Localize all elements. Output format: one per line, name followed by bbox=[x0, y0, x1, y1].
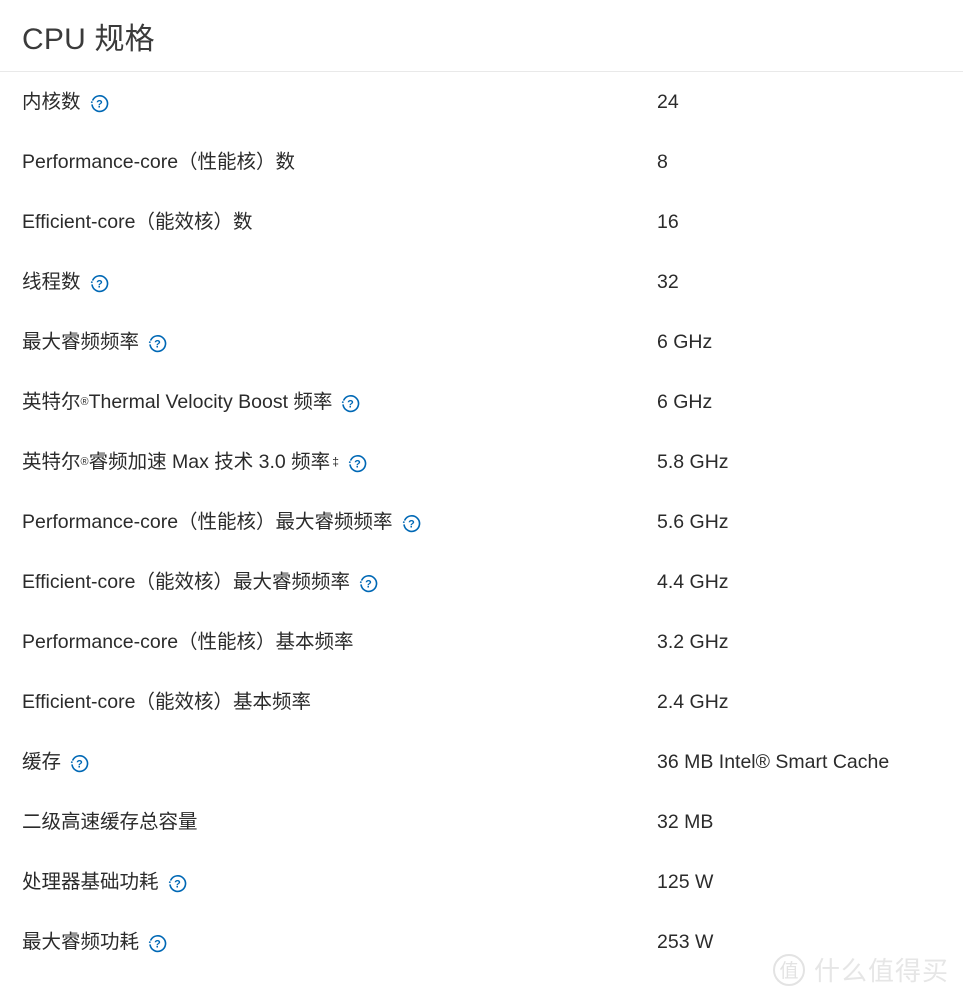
spec-label-text-cont: 睿频加速 Max 技术 3.0 频率 bbox=[88, 451, 331, 473]
spec-row: Performance-core（性能核）数 8 bbox=[0, 132, 963, 192]
spec-value: 24 bbox=[657, 91, 679, 113]
svg-text:?: ? bbox=[96, 98, 103, 110]
spec-label: 内核数? bbox=[22, 72, 109, 132]
spec-label-text: Performance-core（性能核）最大睿频频率 bbox=[22, 511, 393, 533]
spec-label: 处理器基础功耗? bbox=[22, 852, 187, 912]
spec-value: 36 MB Intel® Smart Cache bbox=[657, 751, 890, 773]
spec-row: 英特尔 ® Thermal Velocity Boost 频率? 6 GHz bbox=[0, 372, 963, 432]
spec-label: Performance-core（性能核）基本频率 bbox=[22, 612, 354, 672]
spec-value: 2.4 GHz bbox=[657, 691, 729, 713]
spec-label: 英特尔 ® Thermal Velocity Boost 频率? bbox=[22, 372, 360, 432]
svg-text:?: ? bbox=[354, 458, 361, 470]
spec-label-text: 内核数 bbox=[22, 91, 81, 113]
help-circle-icon[interactable]: ? bbox=[148, 934, 167, 953]
spec-value: 32 bbox=[657, 271, 679, 293]
spec-row: 英特尔 ® 睿频加速 Max 技术 3.0 频率 ‡? 5.8 GHz bbox=[0, 432, 963, 492]
spec-value: 5.6 GHz bbox=[657, 511, 729, 533]
spec-row: Efficient-core（能效核）最大睿频频率? 4.4 GHz bbox=[0, 552, 963, 612]
help-circle-icon[interactable]: ? bbox=[168, 874, 187, 893]
spec-value: 6 GHz bbox=[657, 331, 713, 353]
spec-label: 最大睿频功耗? bbox=[22, 912, 167, 972]
panel-header: CPU 规格 bbox=[0, 0, 963, 72]
spec-label-text: 缓存 bbox=[22, 751, 62, 773]
help-circle-icon[interactable]: ? bbox=[402, 514, 421, 533]
spec-value: 8 bbox=[657, 151, 668, 173]
spec-row: 最大睿频功耗? 253 W bbox=[0, 912, 963, 972]
help-circle-icon[interactable]: ? bbox=[348, 454, 367, 473]
spec-value: 3.2 GHz bbox=[657, 631, 729, 653]
spec-label: 二级高速缓存总容量 bbox=[22, 792, 198, 852]
spec-label-text: 英特尔 bbox=[22, 391, 81, 413]
spec-label: Performance-core（性能核）数 bbox=[22, 132, 295, 192]
help-circle-icon[interactable]: ? bbox=[359, 574, 378, 593]
spec-value: 32 MB bbox=[657, 811, 714, 833]
help-circle-icon[interactable]: ? bbox=[70, 754, 89, 773]
spec-label-text: Efficient-core（能效核）数 bbox=[22, 211, 253, 233]
spec-label-text: 二级高速缓存总容量 bbox=[22, 811, 198, 833]
svg-text:?: ? bbox=[96, 278, 103, 290]
spec-value: 16 bbox=[657, 211, 679, 233]
spec-row: Performance-core（性能核）基本频率 3.2 GHz bbox=[0, 612, 963, 672]
svg-text:?: ? bbox=[174, 878, 181, 890]
page-title: CPU 规格 bbox=[22, 23, 155, 56]
help-circle-icon[interactable]: ? bbox=[341, 394, 360, 413]
spec-label: Efficient-core（能效核）基本频率 bbox=[22, 672, 311, 732]
spec-table: 内核数? 24 Performance-core（性能核）数 8 Efficient-c… bbox=[0, 72, 963, 972]
svg-text:?: ? bbox=[408, 518, 415, 530]
spec-value: 6 GHz bbox=[657, 391, 713, 413]
spec-row: 处理器基础功耗? 125 W bbox=[0, 852, 963, 912]
spec-label-text: 英特尔 bbox=[22, 451, 81, 473]
spec-label: Efficient-core（能效核）数 bbox=[22, 192, 252, 252]
spec-row: 内核数? 24 bbox=[0, 72, 963, 132]
spec-value: 253 W bbox=[657, 931, 714, 953]
help-circle-icon[interactable]: ? bbox=[148, 334, 167, 353]
help-circle-icon[interactable]: ? bbox=[90, 274, 109, 293]
spec-row: 缓存? 36 MB Intel® Smart Cache bbox=[0, 732, 963, 792]
spec-label: 英特尔 ® 睿频加速 Max 技术 3.0 频率 ‡? bbox=[22, 432, 367, 492]
spec-row: Efficient-core（能效核）基本频率 2.4 GHz bbox=[0, 672, 963, 732]
spec-value: 5.8 GHz bbox=[657, 451, 729, 473]
spec-row: 线程数? 32 bbox=[0, 252, 963, 312]
spec-label: 最大睿频频率? bbox=[22, 312, 167, 372]
spec-row: 最大睿频频率? 6 GHz bbox=[0, 312, 963, 372]
spec-row: Performance-core（性能核）最大睿频频率? 5.6 GHz bbox=[0, 492, 963, 552]
spec-label-text: Performance-core（性能核）基本频率 bbox=[22, 631, 354, 653]
svg-text:?: ? bbox=[76, 758, 83, 770]
spec-label-text: 处理器基础功耗 bbox=[22, 871, 159, 893]
cpu-spec-panel: CPU 规格 内核数? 24 Performance-core（性能核）数 8 Effi… bbox=[0, 0, 963, 1000]
spec-label-text: 线程数 bbox=[22, 271, 81, 293]
spec-label-text: Efficient-core（能效核）最大睿频频率 bbox=[22, 571, 350, 593]
spec-row: Efficient-core（能效核）数 16 bbox=[0, 192, 963, 252]
spec-label-text: Efficient-core（能效核）基本频率 bbox=[22, 691, 311, 713]
spec-label-text: Performance-core（性能核）数 bbox=[22, 151, 296, 173]
spec-value: 125 W bbox=[657, 871, 714, 893]
spec-value: 4.4 GHz bbox=[657, 571, 729, 593]
spec-row: 二级高速缓存总容量 32 MB bbox=[0, 792, 963, 852]
help-circle-icon[interactable]: ? bbox=[90, 94, 109, 113]
spec-label: Efficient-core（能效核）最大睿频频率? bbox=[22, 552, 378, 612]
spec-label-text-cont: Thermal Velocity Boost 频率 bbox=[88, 391, 333, 413]
spec-label: 缓存? bbox=[22, 732, 89, 792]
spec-label-text: 最大睿频频率 bbox=[22, 331, 140, 353]
svg-text:?: ? bbox=[348, 398, 355, 410]
spec-label: 线程数? bbox=[22, 252, 109, 312]
spec-label: Performance-core（性能核）最大睿频频率? bbox=[22, 492, 421, 552]
svg-text:?: ? bbox=[154, 938, 161, 950]
svg-text:?: ? bbox=[154, 338, 161, 350]
svg-text:?: ? bbox=[365, 578, 372, 590]
spec-label-text: 最大睿频功耗 bbox=[22, 931, 140, 953]
